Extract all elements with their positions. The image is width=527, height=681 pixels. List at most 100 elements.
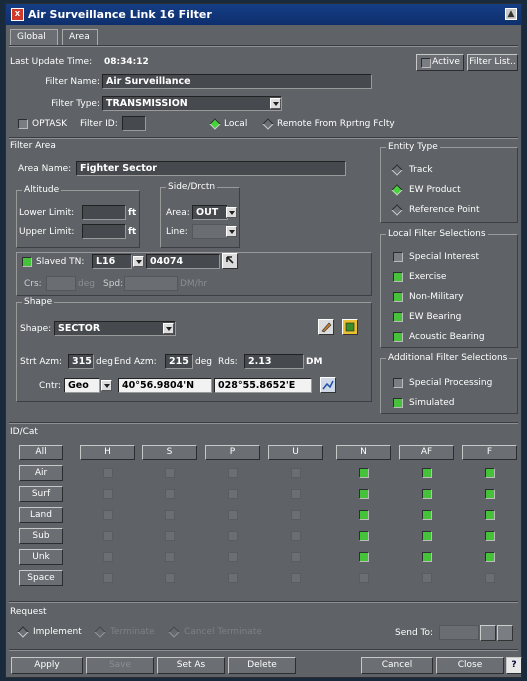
filter-id-input[interactable] [122, 116, 146, 131]
idcat-checkbox-sub-f[interactable] [484, 531, 495, 541]
edit-shape-icon[interactable] [318, 319, 334, 335]
pick-center-icon[interactable] [320, 377, 336, 393]
rds-input[interactable]: 2.13 [244, 354, 304, 369]
idcat-checkbox-land-p[interactable] [227, 510, 238, 520]
cancel-button[interactable]: Cancel [361, 657, 433, 674]
idcat-checkbox-land-af[interactable] [421, 510, 432, 520]
slaved-tn-checkbox[interactable] [22, 257, 32, 267]
slaved-link-select[interactable]: L16 [92, 254, 132, 269]
column-header-n[interactable]: N [336, 445, 391, 460]
shape-select[interactable]: SECTOR [54, 321, 176, 336]
idcat-checkbox-unk-n[interactable] [358, 552, 369, 562]
acoustic-bearing-checkbox[interactable] [393, 332, 403, 342]
filter-list-button[interactable]: Filter List.. [467, 54, 518, 71]
crs-input[interactable] [46, 276, 76, 291]
column-header-af[interactable]: AF [399, 445, 454, 460]
cntr-type-dropdown-icon[interactable] [101, 380, 112, 391]
center-latitude-input[interactable]: 40°56.9804'N [118, 378, 212, 393]
column-header-f[interactable]: F [462, 445, 517, 460]
strt-azm-input[interactable]: 315 [68, 354, 94, 369]
row-header-land[interactable]: Land [19, 507, 63, 523]
side-area-select[interactable]: OUT [192, 205, 228, 220]
row-header-unk[interactable]: Unk [19, 549, 63, 565]
idcat-checkbox-surf-f[interactable] [484, 489, 495, 499]
idcat-checkbox-unk-f[interactable] [484, 552, 495, 562]
hook-track-icon[interactable] [222, 253, 238, 269]
optask-checkbox[interactable] [18, 119, 28, 129]
set-as-button[interactable]: Set As [157, 657, 225, 674]
spd-input[interactable] [124, 276, 178, 291]
non-military-checkbox[interactable] [393, 292, 403, 302]
area-name-input[interactable]: Fighter Sector [76, 161, 346, 176]
idcat-checkbox-sub-s[interactable] [164, 531, 175, 541]
idcat-checkbox-sub-h[interactable] [102, 531, 113, 541]
idcat-checkbox-air-s[interactable] [164, 468, 175, 478]
side-area-dropdown-icon[interactable] [226, 207, 237, 218]
column-header-u[interactable]: U [268, 445, 323, 460]
help-button[interactable]: ? [506, 657, 522, 674]
window-menu-button[interactable]: ▲ [505, 8, 517, 20]
idcat-checkbox-unk-af[interactable] [421, 552, 432, 562]
idcat-checkbox-surf-n[interactable] [358, 489, 369, 499]
idcat-checkbox-surf-p[interactable] [227, 489, 238, 499]
idcat-checkbox-land-s[interactable] [164, 510, 175, 520]
filter-type-select[interactable]: TRANSMISSION [102, 96, 282, 111]
idcat-checkbox-space-p[interactable] [227, 573, 238, 583]
idcat-checkbox-space-u[interactable] [290, 573, 301, 583]
slaved-link-dropdown-icon[interactable] [133, 256, 144, 267]
idcat-checkbox-sub-p[interactable] [227, 531, 238, 541]
idcat-checkbox-sub-n[interactable] [358, 531, 369, 541]
lower-limit-input[interactable] [82, 205, 126, 220]
shape-dropdown-icon[interactable] [163, 323, 174, 334]
idcat-checkbox-space-h[interactable] [102, 573, 113, 583]
idcat-checkbox-land-h[interactable] [102, 510, 113, 520]
filter-name-input[interactable]: Air Surveillance [102, 74, 372, 89]
idcat-checkbox-unk-s[interactable] [164, 552, 175, 562]
terminate-radio[interactable] [94, 626, 106, 638]
implement-radio[interactable] [17, 626, 29, 638]
idcat-checkbox-sub-u[interactable] [290, 531, 301, 541]
idcat-checkbox-land-u[interactable] [290, 510, 301, 520]
column-header-h[interactable]: H [80, 445, 135, 460]
end-azm-input[interactable]: 215 [165, 354, 193, 369]
row-header-surf[interactable]: Surf [19, 486, 63, 502]
tab-area[interactable]: Area [62, 29, 98, 46]
save-button[interactable]: Save [86, 657, 154, 674]
send-to-input[interactable] [439, 625, 479, 640]
idcat-checkbox-surf-s[interactable] [164, 489, 175, 499]
draw-shape-icon[interactable] [342, 319, 358, 335]
idcat-checkbox-air-f[interactable] [484, 468, 495, 478]
tab-global[interactable]: Global [10, 29, 58, 45]
idcat-checkbox-space-n[interactable] [358, 573, 369, 583]
filter-type-dropdown-icon[interactable] [270, 98, 281, 109]
slaved-tn-input[interactable]: 04074 [146, 254, 220, 269]
remote-radio[interactable] [262, 118, 274, 130]
idcat-checkbox-space-f[interactable] [484, 573, 495, 583]
idcat-checkbox-air-u[interactable] [290, 468, 301, 478]
idcat-checkbox-space-s[interactable] [164, 573, 175, 583]
send-to-down-icon[interactable] [497, 625, 513, 641]
active-checkbox[interactable] [421, 58, 431, 68]
column-header-s[interactable]: S [142, 445, 197, 460]
active-toggle[interactable]: Active [416, 54, 464, 71]
idcat-checkbox-air-p[interactable] [227, 468, 238, 478]
idcat-checkbox-air-n[interactable] [358, 468, 369, 478]
center-longitude-input[interactable]: 028°55.8652'E [214, 378, 312, 393]
send-to-up-icon[interactable] [480, 625, 496, 641]
idcat-checkbox-unk-h[interactable] [102, 552, 113, 562]
row-header-air[interactable]: Air [19, 465, 63, 481]
idcat-checkbox-unk-p[interactable] [227, 552, 238, 562]
apply-button[interactable]: Apply [11, 657, 83, 674]
idcat-checkbox-air-af[interactable] [421, 468, 432, 478]
close-button[interactable]: Close [436, 657, 504, 674]
delete-button[interactable]: Delete [228, 657, 296, 674]
idcat-checkbox-surf-u[interactable] [290, 489, 301, 499]
side-line-dropdown-icon[interactable] [226, 226, 237, 237]
ew-bearing-checkbox[interactable] [393, 312, 403, 322]
exercise-checkbox[interactable] [393, 272, 403, 282]
idcat-checkbox-surf-h[interactable] [102, 489, 113, 499]
column-header-p[interactable]: P [205, 445, 260, 460]
simulated-checkbox[interactable] [393, 398, 403, 408]
idcat-checkbox-unk-u[interactable] [290, 552, 301, 562]
row-header-sub[interactable]: Sub [19, 528, 63, 544]
